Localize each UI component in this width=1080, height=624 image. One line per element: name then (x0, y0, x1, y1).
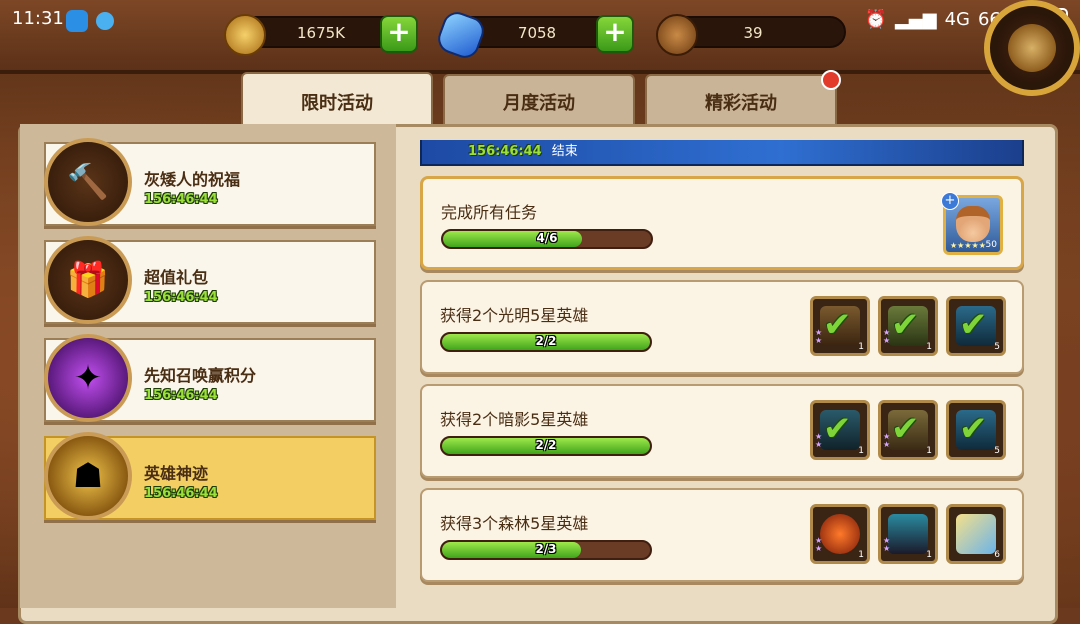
reward-stars: ★ ★ (815, 328, 823, 345)
reward-stars: ★ ★ (883, 536, 891, 553)
scroll-icon (956, 514, 996, 554)
hero-level: 50 (985, 240, 997, 250)
task-card[interactable]: 获得2个光明5星英雄 2/2 ✔ ★ ★ 1 ✔ ★ ★ 1 ✔ 5 (420, 280, 1024, 374)
event-item[interactable]: 🎁 超值礼包 156:46:44 (44, 236, 376, 324)
stamina-resource: 39 (656, 14, 846, 56)
diamond-resource: 7058 + (434, 8, 634, 62)
reward-level: 1 (926, 446, 932, 456)
checkmark-icon: ✔ (823, 409, 852, 449)
progress-text: 2/2 (535, 438, 557, 452)
reward-stars: ★ ★ (815, 432, 823, 449)
player-avatar-button[interactable] (984, 0, 1080, 96)
task-card[interactable]: 获得3个森林5星英雄 2/3 ★ ★ 1 ★ ★ 1 6 (420, 488, 1024, 582)
hero-reward-slot[interactable]: ✔ 5 (946, 296, 1006, 356)
hero-reward-portrait[interactable]: + ★★★★★ 50 (941, 192, 1003, 255)
gift-box-icon: 🎁 (44, 236, 132, 324)
task-title: 获得2个光明5星英雄 (440, 306, 589, 325)
plus-badge-icon: + (941, 192, 959, 210)
event-title: 先知召唤赢积分 (144, 366, 257, 385)
purple-summon-icon: ✦ (44, 334, 132, 422)
hero-stars: ★★★★★ (950, 241, 986, 250)
reward-level: 5 (994, 446, 1000, 456)
event-item-selected[interactable]: ☗ 英雄神迹 156:46:44 (44, 432, 376, 520)
hammer-icon: 🔨 (44, 138, 132, 226)
reward-level: 1 (858, 446, 864, 456)
hero-face-icon (956, 206, 990, 242)
tab-featured-events[interactable]: 精彩活动 (645, 70, 841, 128)
notification-dot (821, 70, 841, 90)
hero-reward-slot[interactable]: 6 (946, 504, 1006, 564)
tab-limited-events[interactable]: 限时活动 (241, 72, 433, 130)
task-title: 完成所有任务 (441, 203, 538, 222)
banner-text: 结束 (551, 144, 578, 159)
task-title: 获得2个暗影5星英雄 (440, 410, 589, 429)
reward-stars: ★ ★ (883, 432, 891, 449)
progress-text: 4/6 (536, 231, 558, 245)
hero-reward-slot[interactable]: ✔ ★ ★ 1 (878, 296, 938, 356)
hero-reward-slot[interactable]: ★ ★ 1 (810, 504, 870, 564)
alarm-icon: ⏰ (864, 8, 888, 30)
reward-stars: ★ ★ (815, 536, 823, 553)
fire-orb-icon (820, 514, 860, 554)
tab-label: 限时活动 (301, 93, 373, 114)
reward-stars: ★ ★ (883, 328, 891, 345)
checkmark-icon: ✔ (891, 305, 920, 345)
task-title: 获得3个森林5星英雄 (440, 514, 589, 533)
tab-monthly-events[interactable]: 月度活动 (443, 74, 635, 128)
add-diamond-button[interactable]: + (596, 15, 634, 53)
event-title: 英雄神迹 (144, 464, 209, 483)
hero-reward-slot[interactable]: ★ ★ 1 (878, 504, 938, 564)
checkmark-icon: ✔ (959, 305, 988, 345)
network-type: 4G (944, 8, 970, 30)
task-progress-bar: 2/2 (440, 436, 652, 456)
event-banner: 156:46:44 结束 (420, 140, 1024, 166)
gold-resource: 1675K + (224, 14, 418, 56)
golden-hero-icon: ☗ (44, 432, 132, 520)
tab-label: 月度活动 (503, 93, 575, 114)
signal-icon: ▂▄▆ (895, 8, 937, 30)
checkmark-icon: ✔ (959, 409, 988, 449)
event-timer: 156:46:44 (144, 290, 218, 305)
event-timer: 156:46:44 (144, 388, 218, 403)
browser-notification-icon (96, 12, 114, 30)
event-timer: 156:46:44 (144, 486, 218, 501)
tab-label: 精彩活动 (705, 93, 777, 114)
task-progress-bar: 2/2 (440, 332, 652, 352)
reward-level: 6 (994, 550, 1000, 560)
event-item[interactable]: 🔨 灰矮人的祝福 156:46:44 (44, 138, 376, 226)
banner-timer: 156:46:44 (468, 144, 542, 159)
hero-reward-slot[interactable]: ✔ 5 (946, 400, 1006, 460)
event-title: 超值礼包 (144, 268, 209, 287)
task-progress-bar: 4/6 (441, 229, 653, 249)
event-item[interactable]: ✦ 先知召唤赢积分 156:46:44 (44, 334, 376, 422)
dark-helm-icon (888, 514, 928, 554)
status-time: 11:31 (12, 8, 64, 29)
hero-reward-slot[interactable]: ✔ ★ ★ 1 (810, 296, 870, 356)
event-title: 灰矮人的祝福 (144, 170, 241, 189)
task-card[interactable]: 完成所有任务 4/6 + ★★★★★ 50 (420, 176, 1024, 270)
task-progress-bar: 2/3 (440, 540, 652, 560)
reward-level: 1 (926, 550, 932, 560)
progress-text: 2/2 (535, 334, 557, 348)
hero-reward-slot[interactable]: ✔ ★ ★ 1 (878, 400, 938, 460)
reward-level: 1 (858, 342, 864, 352)
hero-reward-slot[interactable]: ✔ ★ ★ 1 (810, 400, 870, 460)
task-card[interactable]: 获得2个暗影5星英雄 2/2 ✔ ★ ★ 1 ✔ ★ ★ 1 ✔ 5 (420, 384, 1024, 478)
stamina-value: 39 (743, 24, 763, 42)
event-timer: 156:46:44 (144, 192, 218, 207)
reward-level: 1 (858, 550, 864, 560)
checkmark-icon: ✔ (823, 305, 852, 345)
add-gold-button[interactable]: + (380, 15, 418, 53)
checkmark-icon: ✔ (891, 409, 920, 449)
progress-text: 2/3 (535, 542, 557, 556)
app-notification-icon (66, 10, 88, 32)
reward-level: 1 (926, 342, 932, 352)
reward-level: 5 (994, 342, 1000, 352)
